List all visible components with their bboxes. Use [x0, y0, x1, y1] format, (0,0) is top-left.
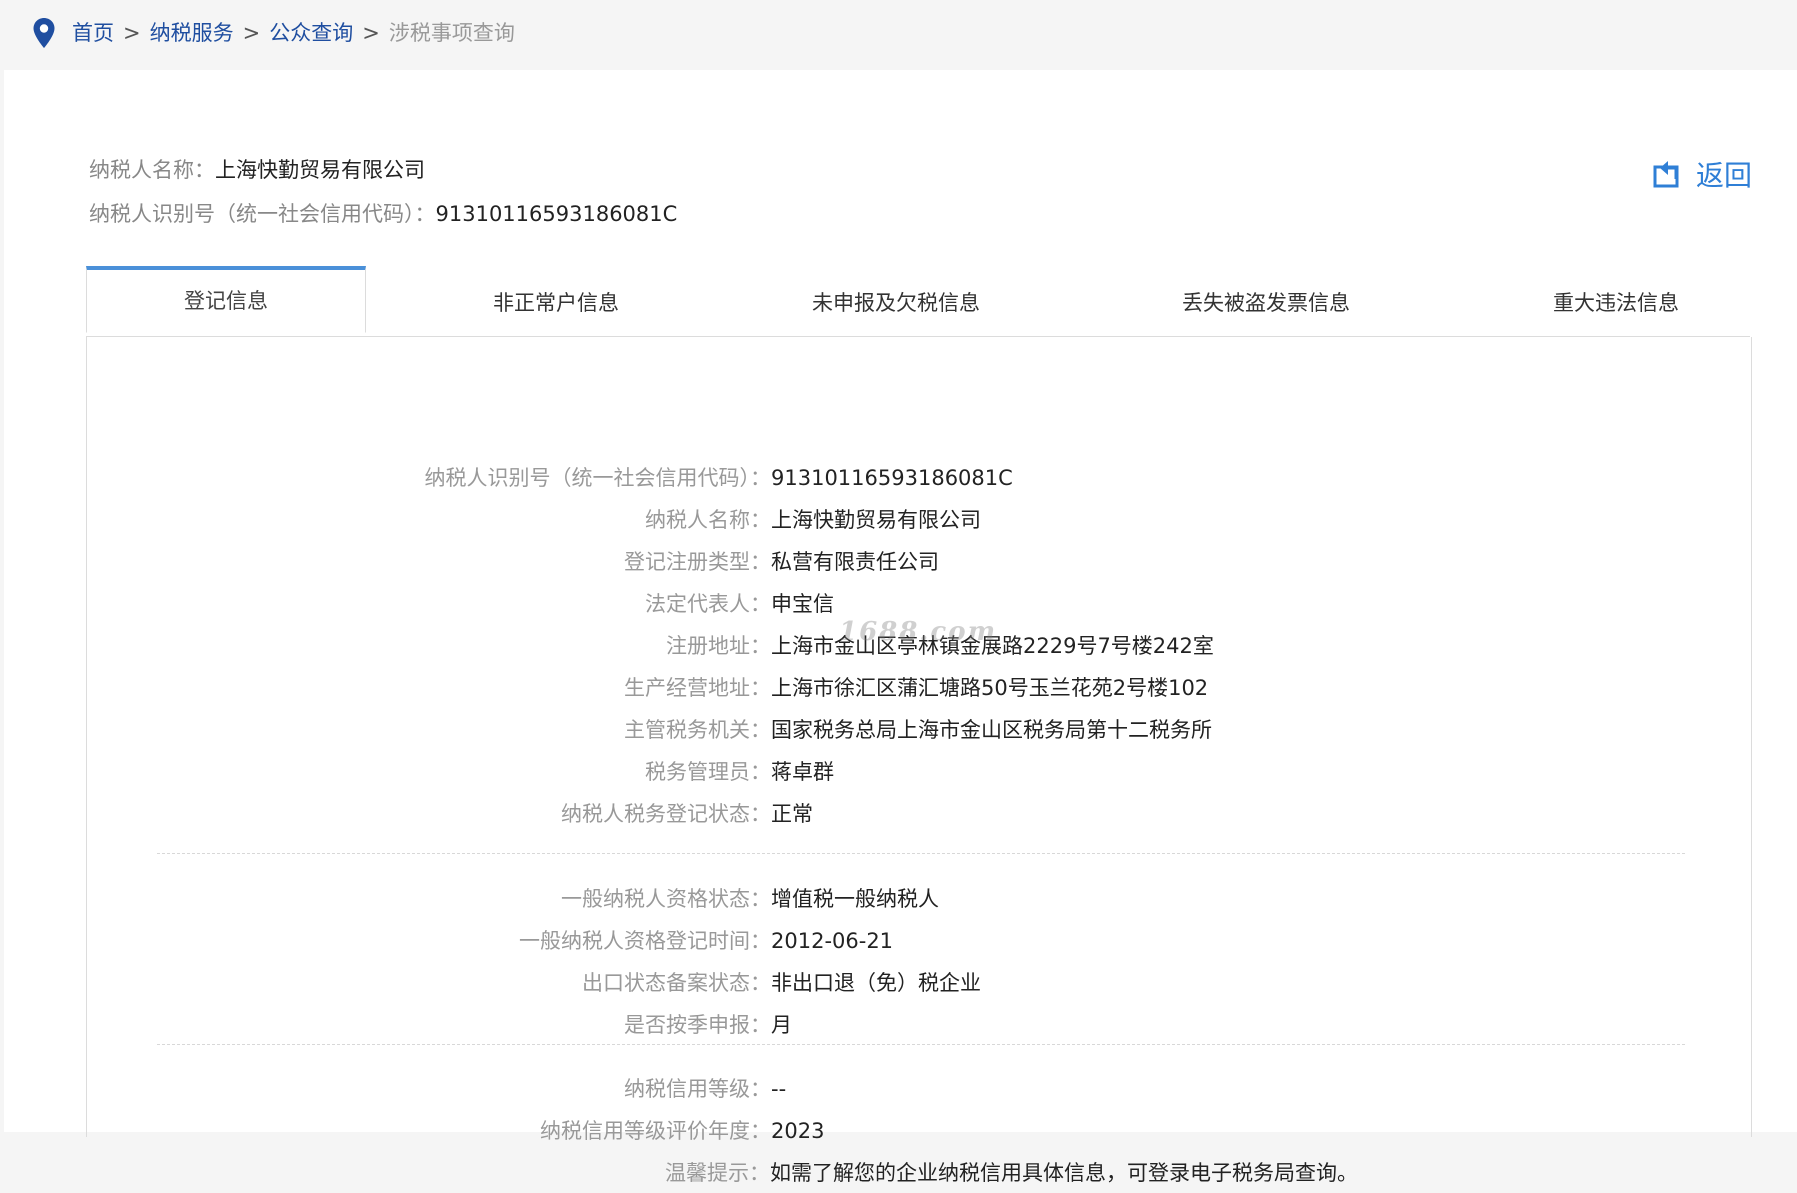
taxpayer-name-header: 纳税人名称：上海快勤贸易有限公司: [89, 154, 425, 184]
breadcrumb-separator: >: [242, 21, 261, 45]
breadcrumb-home-link[interactable]: 首页: [72, 21, 114, 45]
info-row: 法定代表人： 申宝信: [87, 584, 1751, 624]
field-value: 上海市金山区亭林镇金展路2229号7号楼242室: [771, 634, 1214, 658]
info-row: 一般纳税人资格状态： 增值税一般纳税人: [87, 879, 1751, 919]
taxpayer-id-value: 91310116593186081C: [435, 202, 678, 226]
info-row: 登记注册类型： 私营有限责任公司: [87, 542, 1751, 582]
breadcrumb-public-query-link[interactable]: 公众查询: [269, 21, 353, 45]
info-row: 是否按季申报： 月: [87, 1005, 1751, 1045]
taxpayer-name-value: 上海快勤贸易有限公司: [215, 158, 425, 182]
field-value: 如需了解您的企业纳税信用具体信息，可登录电子税务局查询。: [770, 1161, 1358, 1185]
field-value: 国家税务总局上海市金山区税务局第十二税务所: [771, 718, 1212, 742]
field-label: 纳税人名称：: [645, 508, 771, 532]
field-value: 2012-06-21: [771, 929, 894, 953]
tab-abnormal-household[interactable]: 非正常户信息: [426, 270, 686, 336]
breadcrumb-trail: 首页 > 纳税服务 > 公众查询 > 涉税事项查询: [72, 18, 515, 48]
content-card: 纳税人名称：上海快勤贸易有限公司 纳税人识别号（统一社会信用代码）：913101…: [4, 70, 1797, 1185]
info-row: 税务管理员： 蒋卓群: [87, 752, 1751, 792]
info-row: 出口状态备案状态： 非出口退（免）税企业: [87, 963, 1751, 1003]
taxpayer-id-header: 纳税人识别号（统一社会信用代码）：91310116593186081C: [89, 198, 677, 228]
info-row: 纳税人税务登记状态： 正常: [87, 794, 1751, 834]
field-label: 温馨提示：: [665, 1161, 770, 1185]
field-value: 增值税一般纳税人: [771, 887, 939, 911]
breadcrumb-current: 涉税事项查询: [388, 21, 515, 45]
field-label: 纳税信用等级：: [624, 1077, 771, 1101]
field-label: 税务管理员：: [645, 760, 771, 784]
info-row: 纳税信用等级： --: [87, 1069, 1751, 1109]
field-value: 2023: [771, 1119, 825, 1143]
taxpayer-name-label: 纳税人名称：: [89, 158, 215, 182]
breadcrumb-separator: >: [123, 21, 141, 45]
section-divider: [157, 1044, 1685, 1045]
field-value: 私营有限责任公司: [771, 550, 939, 574]
field-label: 主管税务机关：: [624, 718, 771, 742]
tab-major-violations[interactable]: 重大违法信息: [1486, 270, 1746, 336]
breadcrumb-tax-service-link[interactable]: 纳税服务: [150, 21, 234, 45]
info-row-tip: 温馨提示： 如需了解您的企业纳税信用具体信息，可登录电子税务局查询。: [86, 1153, 1750, 1193]
field-value: 上海市徐汇区蒲汇塘路50号玉兰花苑2号楼102: [771, 676, 1209, 700]
field-label: 法定代表人：: [645, 592, 771, 616]
back-button[interactable]: 返回: [1652, 154, 1752, 194]
tab-lost-invoices[interactable]: 丢失被盗发票信息: [1096, 270, 1436, 336]
field-label: 纳税人识别号（统一社会信用代码）：: [424, 466, 772, 490]
info-row: 纳税人识别号（统一社会信用代码）： 91310116593186081C: [87, 458, 1751, 498]
field-label: 生产经营地址：: [624, 676, 771, 700]
field-value: 月: [771, 1013, 792, 1037]
field-label: 注册地址：: [666, 634, 771, 658]
back-label: 返回: [1696, 159, 1753, 192]
field-value: 上海快勤贸易有限公司: [771, 508, 981, 532]
field-label: 登记注册类型：: [624, 550, 771, 574]
tab-bar: 登记信息 非正常户信息 未申报及欠税信息 丢失被盗发票信息 重大违法信息: [86, 266, 1750, 337]
field-value: 蒋卓群: [771, 760, 834, 784]
return-arrow-icon: [1653, 161, 1679, 188]
taxpayer-id-label: 纳税人识别号（统一社会信用代码）：: [89, 202, 436, 226]
field-label: 一般纳税人资格状态：: [561, 887, 771, 911]
info-row: 纳税人名称： 上海快勤贸易有限公司: [87, 500, 1751, 540]
field-value: --: [771, 1077, 787, 1101]
field-label: 一般纳税人资格登记时间：: [519, 929, 771, 953]
info-row: 一般纳税人资格登记时间： 2012-06-21: [87, 921, 1751, 961]
info-row: 注册地址： 上海市金山区亭林镇金展路2229号7号楼242室: [87, 626, 1751, 666]
field-label: 出口状态备案状态：: [582, 971, 771, 995]
registration-panel: 纳税人识别号（统一社会信用代码）： 91310116593186081C 纳税人…: [86, 337, 1752, 1143]
tab-unfiled-arrears[interactable]: 未申报及欠税信息: [736, 270, 1056, 336]
info-row: 生产经营地址： 上海市徐汇区蒲汇塘路50号玉兰花苑2号楼102: [87, 668, 1751, 708]
breadcrumb-separator: >: [362, 21, 380, 45]
field-value: 正常: [771, 802, 813, 826]
info-row: 纳税信用等级评价年度： 2023: [87, 1111, 1751, 1151]
field-label: 纳税人税务登记状态：: [561, 802, 771, 826]
field-value: 非出口退（免）税企业: [771, 971, 981, 995]
breadcrumb: 首页 > 纳税服务 > 公众查询 > 涉税事项查询: [0, 0, 1797, 68]
tab-registration-info[interactable]: 登记信息: [86, 266, 366, 333]
field-label: 纳税信用等级评价年度：: [540, 1119, 771, 1143]
field-label: 是否按季申报：: [624, 1013, 771, 1037]
field-value: 91310116593186081C: [771, 466, 1013, 490]
field-value: 申宝信: [771, 592, 834, 616]
info-row: 主管税务机关： 国家税务总局上海市金山区税务局第十二税务所: [87, 710, 1751, 750]
location-pin-icon: [33, 18, 55, 48]
section-divider: [157, 853, 1685, 854]
